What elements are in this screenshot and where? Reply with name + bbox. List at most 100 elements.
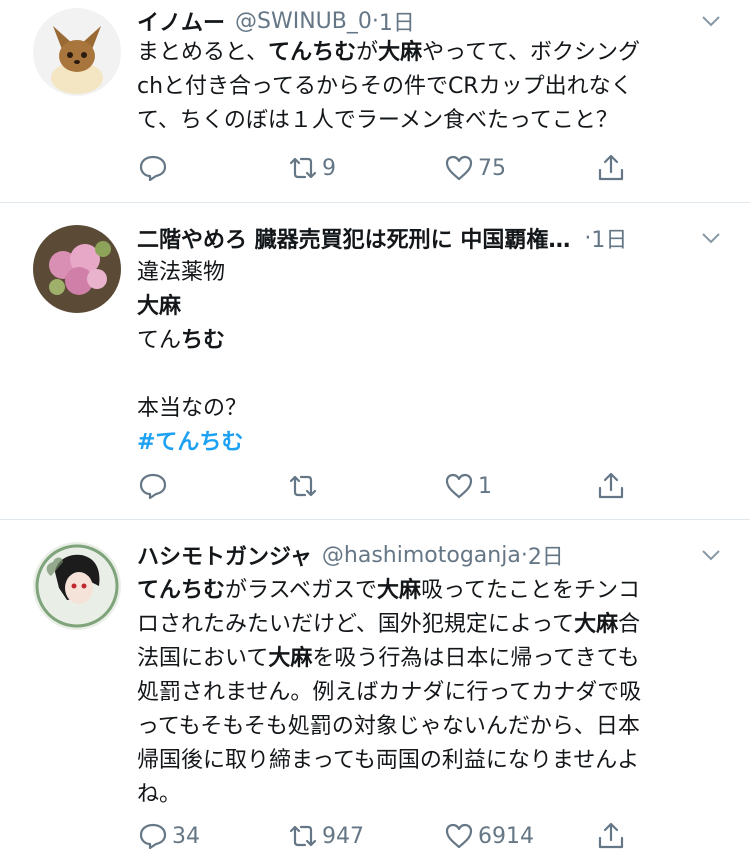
tweet-text-line: ってもそもそも処罰の対象じゃないんだから、日本 xyxy=(137,710,717,744)
reply-button[interactable]: 34 xyxy=(137,818,200,854)
text-segment: 合 xyxy=(618,612,641,637)
timestamp[interactable]: 2日 xyxy=(528,539,564,571)
text-segment: て、ちくのぼは１人でラーメン食べたってこと？ xyxy=(137,108,618,133)
chevron-down-icon[interactable] xyxy=(700,544,722,566)
tweet-text-line: chと付き合ってるからその件でCRカップ出れなく xyxy=(137,70,717,104)
display-name[interactable]: 二階やめろ 臓器売買犯は死刑に 中国覇権… xyxy=(137,222,570,254)
text-segment: 法国において xyxy=(137,646,269,671)
reply-count: 34 xyxy=(172,823,200,849)
text-segment: chと付き合ってるからその件でCRカップ出れなく xyxy=(137,74,633,99)
text-segment: 吸ってたことをチンコ xyxy=(421,578,640,603)
retweet-button[interactable] xyxy=(287,468,322,504)
highlighted-text: 大麻 xyxy=(378,40,423,65)
tweet-header: イノムー @SWINUB_0 · 1日 xyxy=(137,4,690,38)
display-name[interactable]: イノムー xyxy=(137,5,225,37)
retweet-icon xyxy=(289,157,317,179)
retweet-count: 9 xyxy=(322,155,336,181)
text-segment: がラスベガスで xyxy=(225,578,378,603)
tweet-text: てんちむがラスベガスで大麻吸ってたことをチンコ ロされたみたいだけど、国外犯規定に… xyxy=(137,574,717,812)
like-button[interactable]: 75 xyxy=(443,150,506,186)
like-count: 6914 xyxy=(478,823,534,849)
tweet-text: 違法薬物大麻てんちむ本当なの？ #てんちむ xyxy=(137,256,717,460)
like-button[interactable]: 1 xyxy=(443,468,492,504)
share-button[interactable] xyxy=(595,468,627,504)
share-button[interactable] xyxy=(595,818,627,854)
text-segment: まとめると、 xyxy=(137,40,269,65)
tweet-text-line: 本当なの？ xyxy=(137,392,717,426)
text-segment: を吸う行為は日本に帰ってきても xyxy=(312,646,640,671)
timestamp[interactable]: 1日 xyxy=(379,5,415,37)
share-button[interactable] xyxy=(595,150,627,186)
chevron-down-icon[interactable] xyxy=(700,10,722,32)
retweet-button[interactable]: 947 xyxy=(287,818,364,854)
highlighted-text: 大麻 xyxy=(137,294,182,319)
text-segment: 処罰されません。例えばカナダに行ってカナダで吸 xyxy=(137,680,642,705)
like-button[interactable]: 6914 xyxy=(443,818,534,854)
reply-icon xyxy=(139,473,167,500)
tweet-text-line xyxy=(137,358,717,392)
separator-dot: · xyxy=(584,225,592,251)
text-segment: 本当なの？ xyxy=(137,396,248,421)
tweet-actions: 34 947 6914 xyxy=(137,818,737,854)
highlighted-text: てんちむ xyxy=(268,40,357,65)
reply-icon xyxy=(139,823,167,850)
text-segment: やってて、ボクシング xyxy=(422,40,640,65)
highlighted-text: 大麻 xyxy=(268,646,313,671)
avatar[interactable] xyxy=(33,8,121,96)
text-segment: ロされたみたいだけど、国外犯規定によって xyxy=(137,612,575,637)
tweet-text-line: て、ちくのぼは１人でラーメン食べたってこと？ xyxy=(137,104,717,138)
tweet[interactable]: ハシモトガンジャ @hashimotoganja · 2日 てんちむがラスベガス… xyxy=(0,520,750,867)
text-segment: ってもそもそも処罰の対象じゃないんだから、日本 xyxy=(137,714,640,739)
like-count: 1 xyxy=(478,473,492,499)
share-icon xyxy=(598,822,624,849)
retweet-button[interactable]: 9 xyxy=(287,150,336,186)
like-icon xyxy=(445,823,473,849)
reply-button[interactable] xyxy=(137,468,172,504)
handle[interactable]: @SWINUB_0 xyxy=(235,9,372,34)
tweet-text-line: ね。 xyxy=(137,778,717,812)
like-count: 75 xyxy=(478,155,506,181)
tweet-text-line: 法国において大麻を吸う行為は日本に帰ってきても xyxy=(137,642,717,676)
tweet-header: 二階やめろ 臓器売買犯は死刑に 中国覇権… · 1日 xyxy=(137,221,690,255)
retweet-icon xyxy=(289,825,317,847)
text-segment: 帰国後に取り締まっても両国の利益になりませんよ xyxy=(137,748,640,773)
like-icon xyxy=(445,473,473,499)
separator-dot: · xyxy=(371,8,379,34)
timestamp[interactable]: 1日 xyxy=(591,222,627,254)
highlighted-text: ちむ xyxy=(181,328,226,353)
tweet-text-line: ロされたみたいだけど、国外犯規定によって大麻合 xyxy=(137,608,717,642)
tweet-text-line: 帰国後に取り締まっても両国の利益になりませんよ xyxy=(137,744,717,778)
text-segment: ね。 xyxy=(137,782,182,807)
like-icon xyxy=(445,155,473,181)
highlighted-text: 大麻 xyxy=(377,578,422,603)
hashtag-link[interactable]: #てんちむ xyxy=(137,430,243,455)
tweet-text: まとめると、てんちむが大麻やってて、ボクシング chと付き合ってるからその件でCR… xyxy=(137,36,717,138)
separator-dot: · xyxy=(520,542,528,568)
tweet-header: ハシモトガンジャ @hashimotoganja · 2日 xyxy=(137,538,690,572)
text-segment: てん xyxy=(137,328,182,353)
text-segment: が xyxy=(356,40,379,65)
tweet-actions: 1 xyxy=(137,468,737,504)
highlighted-text: てんちむ xyxy=(137,578,226,603)
tweet-text-line: 大麻 xyxy=(137,290,717,324)
avatar[interactable] xyxy=(33,225,121,313)
tweet-text-line: 違法薬物 xyxy=(137,256,717,290)
reply-button[interactable] xyxy=(137,150,172,186)
share-icon xyxy=(598,472,624,499)
tweet-text-line: 処罰されません。例えばカナダに行ってカナダで吸 xyxy=(137,676,717,710)
avatar[interactable] xyxy=(33,542,121,630)
display-name[interactable]: ハシモトガンジャ xyxy=(137,539,312,571)
retweet-icon xyxy=(289,475,317,497)
tweet-text-line: #てんちむ xyxy=(137,426,717,460)
chevron-down-icon[interactable] xyxy=(700,227,722,249)
handle[interactable]: @hashimotoganja xyxy=(322,543,521,568)
tweet-text-line: まとめると、てんちむが大麻やってて、ボクシング xyxy=(137,36,717,70)
tweet-text-line: てんちむ xyxy=(137,324,717,358)
tweet[interactable]: 二階やめろ 臓器売買犯は死刑に 中国覇権… · 1日 違法薬物大麻てんちむ本当な… xyxy=(0,203,750,519)
reply-icon xyxy=(139,155,167,182)
tweet[interactable]: イノムー @SWINUB_0 · 1日 まとめると、てんちむが大麻やってて、ボク… xyxy=(0,0,750,202)
highlighted-text: 大麻 xyxy=(574,612,619,637)
retweet-count: 947 xyxy=(322,823,364,849)
text-segment: 違法薬物 xyxy=(137,260,226,285)
tweet-actions: 9 75 xyxy=(137,150,737,186)
